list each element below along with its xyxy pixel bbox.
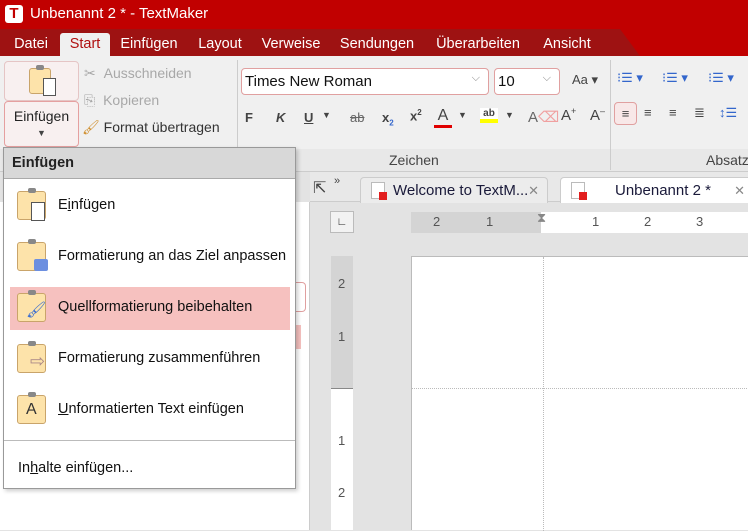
font-size-combo[interactable]: 10 ⌵ bbox=[494, 68, 560, 95]
strikethrough-icon[interactable]: ab bbox=[350, 110, 364, 125]
bold-button[interactable]: F bbox=[245, 110, 253, 125]
close-icon[interactable]: ✕ bbox=[734, 183, 745, 199]
document-page[interactable] bbox=[411, 256, 748, 531]
vertical-ruler[interactable]: 2 1 1 2 bbox=[331, 256, 353, 530]
window-title: Unbenannt 2 * - TextMaker bbox=[30, 5, 209, 22]
title-bar: T Unbenannt 2 * - TextMaker bbox=[0, 0, 748, 29]
tab-layout[interactable]: Layout bbox=[192, 33, 248, 56]
shrink-font-icon[interactable]: A– bbox=[590, 106, 605, 124]
more-icon[interactable]: » bbox=[334, 175, 340, 187]
justify-icon[interactable]: ≣ bbox=[694, 105, 705, 121]
textmaker-logo-icon: T bbox=[5, 5, 23, 23]
tab-ansicht[interactable]: Ansicht bbox=[536, 33, 598, 56]
menu-item-merge-formatting[interactable]: ⇨ Formatierung zusammenführen bbox=[10, 338, 290, 381]
align-left-icon[interactable]: ≡ bbox=[614, 102, 637, 125]
document-tabs: ⇱ » Welcome to TextM... ✕ Unbenannt 2 * ✕ bbox=[310, 172, 748, 203]
superscript-icon[interactable]: x2 bbox=[410, 108, 422, 123]
paste-arrow-icon: ⇨ bbox=[17, 341, 46, 373]
cursor-icon[interactable]: ⇱ bbox=[313, 178, 326, 198]
paste-button[interactable] bbox=[4, 61, 79, 101]
font-name-combo[interactable]: Times New Roman ⌵ bbox=[241, 68, 489, 95]
menu-item-match-destination[interactable]: Formatierung an das Ziel anpassen bbox=[10, 236, 290, 279]
paste-document-icon bbox=[17, 188, 46, 221]
tab-verweise[interactable]: Verweise bbox=[256, 33, 326, 56]
menu-item-keep-source-formatting[interactable]: 🖌 Quellformatierung beibehalten bbox=[10, 287, 290, 330]
menu-bar: Datei Start Einfügen Layout Verweise Sen… bbox=[0, 29, 640, 56]
italic-button[interactable]: K bbox=[276, 110, 285, 125]
group-label-absatz: Absatz bbox=[706, 152, 748, 168]
copy-icon: ⎘ bbox=[84, 92, 96, 108]
tab-sendungen[interactable]: Sendungen bbox=[334, 33, 420, 56]
paste-label: Einfügen bbox=[13, 108, 70, 124]
line-spacing-icon[interactable]: ↕☰ bbox=[719, 105, 737, 121]
doc-tab-unbenannt[interactable]: Unbenannt 2 * ✕ bbox=[560, 177, 748, 203]
chevron-down-icon[interactable]: ▼ bbox=[458, 110, 467, 120]
cut-button[interactable]: ✂ Ausschneiden bbox=[84, 65, 192, 82]
horizontal-ruler[interactable]: 2 1 1 2 3 ⧗ bbox=[411, 210, 748, 233]
chevron-down-icon: ⌵ bbox=[542, 72, 551, 84]
align-center-icon[interactable]: ≡ bbox=[644, 105, 652, 120]
tab-datei[interactable]: Datei bbox=[6, 33, 56, 56]
chevron-down-icon[interactable]: ▼ bbox=[505, 110, 514, 120]
outline-list-icon[interactable]: ⁝☰ ▾ bbox=[708, 70, 734, 86]
chevron-down-icon: ▼ bbox=[37, 128, 46, 138]
menu-item-unformatted-text[interactable]: A Unformatierten Text einfügen bbox=[10, 389, 290, 432]
close-icon[interactable]: ✕ bbox=[528, 183, 539, 199]
copy-button[interactable]: ⎘ Kopieren bbox=[84, 92, 159, 109]
grow-font-icon[interactable]: A+ bbox=[561, 106, 576, 124]
tab-start[interactable]: Start bbox=[60, 33, 110, 56]
bullet-list-icon[interactable]: ⁝☰ ▾ bbox=[617, 70, 643, 86]
doc-tab-welcome[interactable]: Welcome to TextM... ✕ bbox=[360, 177, 548, 203]
menu-separator bbox=[4, 440, 295, 441]
font-color-icon[interactable]: A bbox=[434, 107, 452, 128]
underline-button[interactable]: U bbox=[304, 110, 313, 125]
group-label-zeichen: Zeichen bbox=[389, 152, 439, 168]
document-icon bbox=[371, 182, 387, 200]
align-right-icon[interactable]: ≡ bbox=[669, 105, 677, 120]
tab-ueberarbeiten[interactable]: Überarbeiten bbox=[428, 33, 528, 56]
subscript-icon[interactable]: x2 bbox=[382, 110, 394, 128]
numbered-list-icon[interactable]: ⁝☰ ▾ bbox=[662, 70, 688, 86]
change-case-icon[interactable]: Aa ▾ bbox=[568, 72, 602, 88]
scissors-icon: ✂ bbox=[84, 65, 96, 81]
clear-format-icon[interactable]: A⌫ bbox=[528, 108, 559, 126]
highlight-icon[interactable]: ab bbox=[480, 108, 498, 123]
menu-item-paste-special[interactable]: Inhalte einfügen... bbox=[10, 448, 290, 491]
menu-item-paste[interactable]: Einfügen bbox=[10, 185, 290, 228]
document-icon bbox=[571, 182, 587, 200]
paste-brush-icon: 🖌 bbox=[17, 290, 46, 322]
paste-menu: Einfügen Einfügen Formatierung an das Zi… bbox=[3, 147, 296, 489]
format-painter-button[interactable]: 🖌 Format übertragen bbox=[82, 119, 220, 136]
chevron-down-icon: ⌵ bbox=[471, 72, 480, 84]
paste-dropdown-button[interactable]: Einfügen ▼ bbox=[4, 101, 79, 147]
paste-text-icon: A bbox=[17, 392, 46, 424]
tab-stop-selector[interactable]: ∟ bbox=[330, 211, 354, 233]
paste-puzzle-icon bbox=[17, 239, 48, 271]
indent-marker-icon[interactable]: ⧗ bbox=[537, 210, 546, 226]
chevron-down-icon[interactable]: ▼ bbox=[322, 110, 331, 120]
paste-menu-header: Einfügen bbox=[4, 148, 295, 179]
brush-icon: 🖌 bbox=[82, 119, 100, 135]
tab-einfuegen[interactable]: Einfügen bbox=[114, 33, 184, 56]
